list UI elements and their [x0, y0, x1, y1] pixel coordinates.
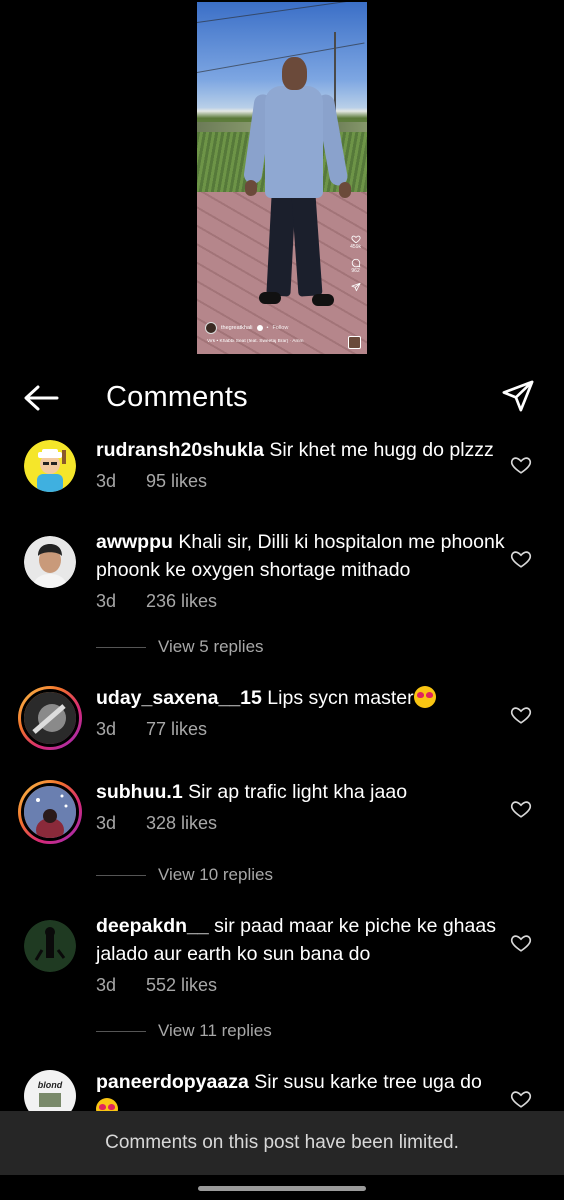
reel-owner[interactable]: thegreatkhali • Follow [205, 322, 288, 334]
comment-icon [351, 258, 360, 268]
heart-icon [351, 235, 361, 244]
avatar[interactable] [24, 536, 76, 588]
reel-owner-username: thegreatkhali [221, 325, 253, 331]
paper-plane-icon [502, 380, 534, 412]
verified-badge-icon [256, 325, 263, 331]
comment-username[interactable]: deepakdn__ [96, 915, 209, 937]
user-photo-icon [24, 920, 76, 972]
view-replies-label: View 5 replies [158, 637, 264, 656]
reel-comment-count: 962 [351, 268, 360, 274]
banner-text: Comments on this post have been limited. [105, 1132, 459, 1153]
comment-time: 3d [96, 813, 117, 833]
divider [96, 646, 146, 648]
view-replies-button[interactable]: View 5 replies [96, 637, 264, 657]
comment-time: 3d [96, 975, 117, 995]
comment-text: Lips sycn master [267, 687, 414, 709]
comment-time: 3d [96, 719, 117, 739]
page-title: Comments [106, 381, 248, 413]
comment-likes[interactable]: 95 likes [146, 467, 207, 495]
comment-body: subhuu.1 Sir ap trafic light kha jaao 3d… [96, 778, 506, 837]
comment-likes[interactable]: 77 likes [146, 715, 207, 743]
home-indicator[interactable] [198, 1186, 366, 1191]
heart-icon[interactable] [510, 704, 532, 726]
reel-actions: 459k 962 [350, 234, 361, 298]
avatar-story-ring[interactable] [18, 686, 82, 750]
user-photo-icon [24, 536, 76, 588]
heart-icon[interactable] [510, 798, 532, 820]
share-button[interactable] [500, 378, 536, 414]
comment-username[interactable]: paneerdopyaaza [96, 1071, 249, 1093]
reel-audio-thumbnail[interactable] [348, 336, 361, 349]
comment-time: 3d [96, 591, 117, 611]
comment-body: rudransh20shukla Sir khet me hugg do plz… [96, 436, 506, 495]
reel-share-button[interactable] [350, 282, 361, 292]
comment-time: 3d [96, 471, 117, 491]
view-replies-button[interactable]: View 11 replies [96, 1021, 272, 1041]
avatar-story-ring[interactable] [18, 780, 82, 844]
comment-username[interactable]: uday_saxena__15 [96, 687, 262, 709]
comment-likes[interactable]: 552 likes [146, 971, 217, 999]
back-arrow-icon [24, 385, 59, 411]
heart-icon[interactable] [510, 454, 532, 476]
reel-owner-avatar [205, 322, 217, 334]
heart-eyes-emoji-icon [413, 686, 436, 708]
back-button[interactable] [22, 382, 60, 414]
comments-limited-banner: Comments on this post have been limited. [0, 1111, 564, 1175]
reel-music-info[interactable]: Virk • Khabbi Seat (feat. Sweetaj Brar) … [207, 339, 337, 344]
power-wire [197, 2, 366, 23]
comment-body: deepakdn__ sir paad maar ke piche ke gha… [96, 912, 506, 999]
comment-text: Sir susu karke tree uga do [254, 1071, 482, 1093]
comment-text: Sir ap trafic light kha jaao [188, 781, 408, 803]
comment-body: awwppu Khali sir, Dilli ki hospitalon me… [96, 528, 506, 615]
follow-link[interactable]: Follow [272, 325, 288, 331]
comment-likes[interactable]: 236 likes [146, 587, 217, 615]
reel-video-preview[interactable]: 459k 962 thegreatkhali • Follow Virk • K… [197, 2, 367, 354]
cartoon-avatar-icon [24, 440, 76, 492]
comment-username[interactable]: awwppu [96, 531, 173, 553]
reel-comment-button[interactable]: 962 [351, 258, 361, 274]
comment-body: uday_saxena__15 Lips sycn master 3d 77 l… [96, 684, 506, 743]
user-photo-icon [24, 786, 76, 838]
comment-username[interactable]: rudransh20shukla [96, 439, 264, 461]
avatar[interactable] [24, 920, 76, 972]
comments-header: Comments [0, 372, 564, 424]
divider [96, 874, 146, 876]
avatar-label: blond [37, 1080, 63, 1090]
reel-like-count: 459k [350, 244, 361, 250]
view-replies-label: View 11 replies [158, 1021, 272, 1040]
divider [96, 1030, 146, 1032]
reel-like-button[interactable]: 459k [350, 234, 361, 250]
comment-likes[interactable]: 328 likes [146, 809, 217, 837]
power-wire [197, 42, 365, 73]
avatar[interactable] [24, 440, 76, 492]
heart-icon[interactable] [510, 548, 532, 570]
heart-icon[interactable] [510, 932, 532, 954]
comment-text: Sir khet me hugg do plzzz [269, 439, 494, 461]
paper-plane-icon [350, 282, 361, 292]
comment-username[interactable]: subhuu.1 [96, 781, 183, 803]
view-replies-button[interactable]: View 10 replies [96, 865, 273, 885]
user-photo-icon [24, 692, 76, 744]
heart-icon[interactable] [510, 1088, 532, 1110]
view-replies-label: View 10 replies [158, 865, 273, 884]
